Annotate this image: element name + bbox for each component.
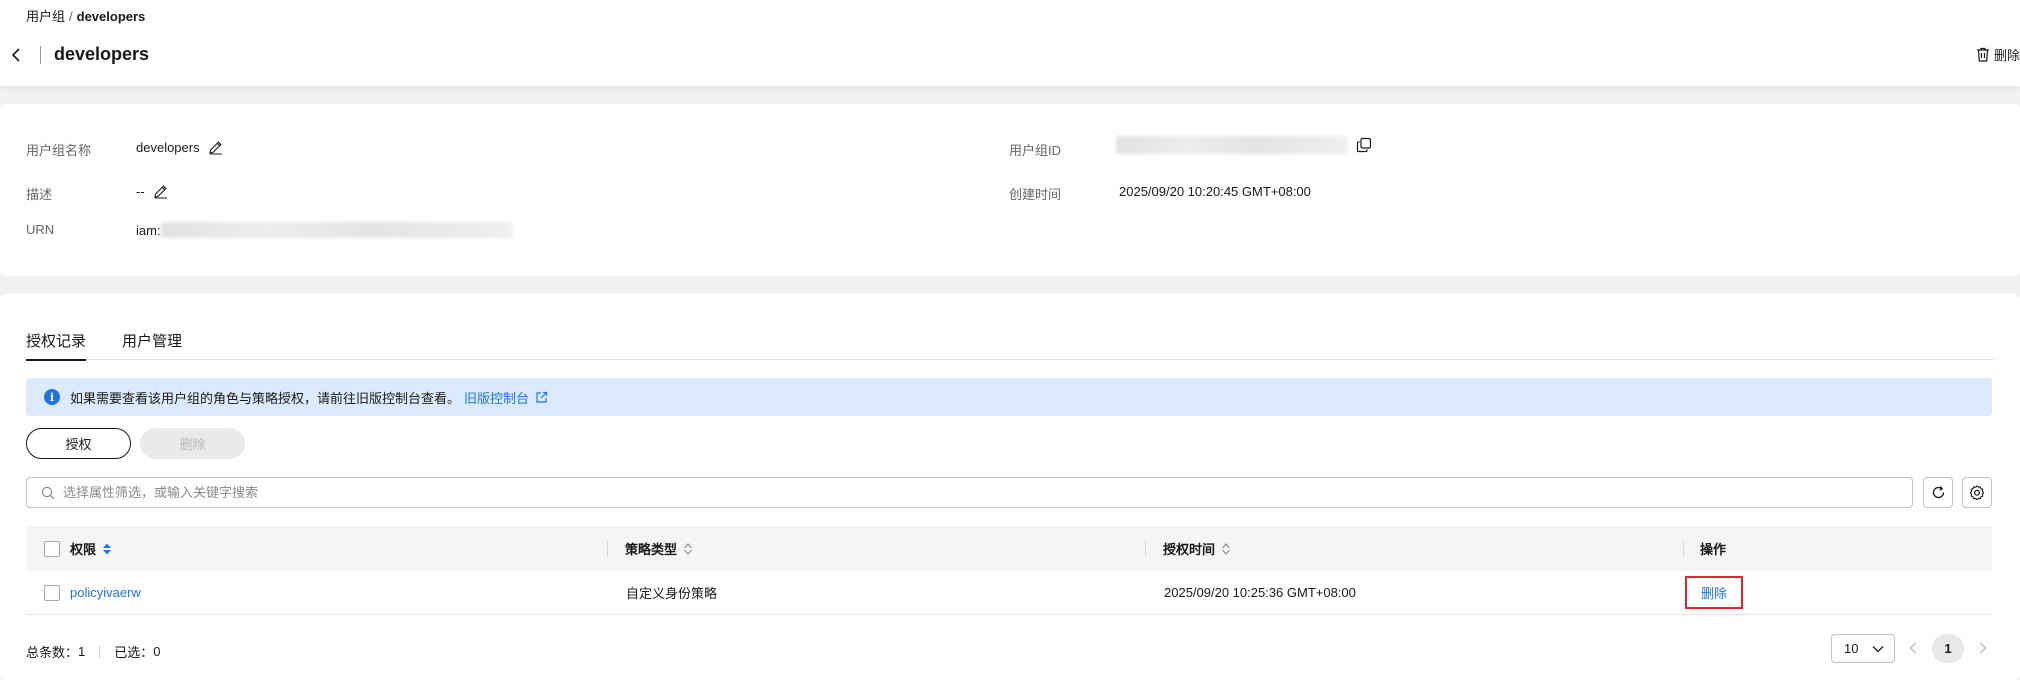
row-delete-button[interactable]: 删除 xyxy=(1685,576,1744,609)
urn-prefix: iam: xyxy=(136,222,161,238)
policy-type-cell: 自定义身份策略 xyxy=(626,586,718,601)
column-actions: 操作 xyxy=(1700,526,1726,571)
description-value: -- xyxy=(136,184,168,199)
column-grant-time-label: 授权时间 xyxy=(1163,542,1216,557)
external-link-icon xyxy=(536,391,548,403)
next-page-button xyxy=(1975,640,1991,656)
column-grant-time[interactable]: 授权时间 xyxy=(1163,526,1231,571)
page-header: 用户组 / developers developers 删除 xyxy=(0,0,2020,86)
selected-label: 已选： xyxy=(114,645,154,660)
group-name-value: developers xyxy=(136,140,223,155)
page-number-current[interactable]: 1 xyxy=(1932,634,1964,663)
permissions-card: 授权记录 用户管理 i 如果需要查看该用户组的角色与策略授权，请前往旧版控制台查… xyxy=(0,294,2020,680)
gear-icon xyxy=(1969,484,1985,500)
table-header: 权限 策略类型 授权时间 操作 xyxy=(26,526,1992,571)
chevron-left-icon xyxy=(1909,642,1916,654)
tab-user-management[interactable]: 用户管理 xyxy=(122,330,182,359)
urn-value: iam: xyxy=(136,222,513,238)
search-input[interactable] xyxy=(63,485,1863,500)
row-checkbox[interactable] xyxy=(44,584,60,601)
page-title: developers xyxy=(54,44,150,64)
chevron-left-icon xyxy=(11,48,20,62)
group-info-card: 用户组名称 developers 描述 -- URN iam: 用户组ID 创建… xyxy=(0,104,2020,276)
copy-icon[interactable] xyxy=(1356,137,1372,153)
page-size-value: 10 xyxy=(1844,641,1859,656)
group-name-label: 用户组名称 xyxy=(26,143,92,158)
search-bar[interactable] xyxy=(26,477,1913,508)
chevron-down-icon xyxy=(1872,645,1884,652)
legacy-console-link-text: 旧版控制台 xyxy=(464,390,530,406)
settings-button[interactable] xyxy=(1962,477,1992,508)
column-permission[interactable]: 权限 xyxy=(70,526,112,571)
created-time-value: 2025/09/20 10:20:45 GMT+08:00 xyxy=(1119,184,1311,199)
grant-button[interactable]: 授权 xyxy=(26,428,131,459)
total-value: 1 xyxy=(78,644,86,659)
select-all-checkbox[interactable] xyxy=(44,540,60,557)
column-policy-type-label: 策略类型 xyxy=(625,542,678,557)
info-notice: i 如果需要查看该用户组的角色与策略授权，请前往旧版控制台查看。 旧版控制台 xyxy=(26,378,1992,416)
page-size-select[interactable]: 10 xyxy=(1831,634,1895,663)
back-button[interactable] xyxy=(6,44,26,66)
chevron-right-icon xyxy=(1980,642,1987,654)
permission-link[interactable]: policyivaerw xyxy=(70,585,141,600)
refresh-button[interactable] xyxy=(1923,477,1953,508)
description-label: 描述 xyxy=(26,187,53,202)
batch-delete-button: 删除 xyxy=(140,428,245,459)
table-summary: 总条数： 1 已选： 0 xyxy=(26,642,161,661)
breadcrumb: 用户组 / developers xyxy=(26,6,145,25)
column-actions-label: 操作 xyxy=(1700,542,1727,557)
table-row: policyivaerw 自定义身份策略 2025/09/20 10:25:36… xyxy=(26,571,1992,615)
edit-name-icon[interactable] xyxy=(208,140,223,155)
column-separator xyxy=(1145,540,1146,557)
tab-authorization-records[interactable]: 授权记录 xyxy=(26,330,87,361)
header-divider xyxy=(40,46,41,64)
permissions-table: 权限 策略类型 授权时间 操作 policyivaerw 自定义身份策略 202… xyxy=(26,526,1992,615)
refresh-icon xyxy=(1932,486,1944,499)
group-id-label: 用户组ID xyxy=(1009,143,1062,158)
urn-label: URN xyxy=(26,222,55,237)
info-icon: i xyxy=(44,389,60,405)
grant-time-cell: 2025/09/20 10:25:36 GMT+08:00 xyxy=(1164,585,1356,600)
urn-redacted xyxy=(160,222,513,238)
breadcrumb-parent[interactable]: 用户组 xyxy=(26,9,65,24)
prev-page-button xyxy=(1905,640,1921,656)
sort-icon xyxy=(684,542,692,555)
column-separator xyxy=(607,540,608,557)
selected-value: 0 xyxy=(153,644,161,659)
delete-group-button[interactable]: 删除 xyxy=(1976,45,2020,64)
column-permission-label: 权限 xyxy=(70,542,97,557)
delete-group-label: 删除 xyxy=(1993,48,2020,63)
group-id-value xyxy=(1116,136,1372,154)
edit-description-icon[interactable] xyxy=(153,184,168,199)
column-policy-type[interactable]: 策略类型 xyxy=(625,526,693,571)
description-text: -- xyxy=(136,184,145,199)
notice-text: 如果需要查看该用户组的角色与策略授权，请前往旧版控制台查看。 xyxy=(70,390,461,406)
total-label: 总条数： xyxy=(26,645,79,660)
group-name-text: developers xyxy=(136,140,200,155)
select-all-cell xyxy=(44,526,60,571)
legacy-console-link[interactable]: 旧版控制台 xyxy=(464,388,548,407)
sort-active-icon xyxy=(103,543,112,554)
breadcrumb-separator: / xyxy=(69,9,73,24)
breadcrumb-current: developers xyxy=(76,9,146,24)
created-time-label: 创建时间 xyxy=(1009,187,1062,202)
tab-bar: 授权记录 用户管理 xyxy=(26,330,1994,361)
column-separator xyxy=(1683,540,1684,557)
sort-icon xyxy=(1222,542,1230,555)
action-cell: 删除 xyxy=(1685,571,1744,614)
row-select-cell xyxy=(44,571,60,614)
search-icon xyxy=(41,486,55,499)
permission-cell: policyivaerw xyxy=(70,571,141,614)
summary-divider xyxy=(99,645,101,658)
trash-icon xyxy=(1976,47,1989,62)
group-id-redacted xyxy=(1116,136,1348,154)
